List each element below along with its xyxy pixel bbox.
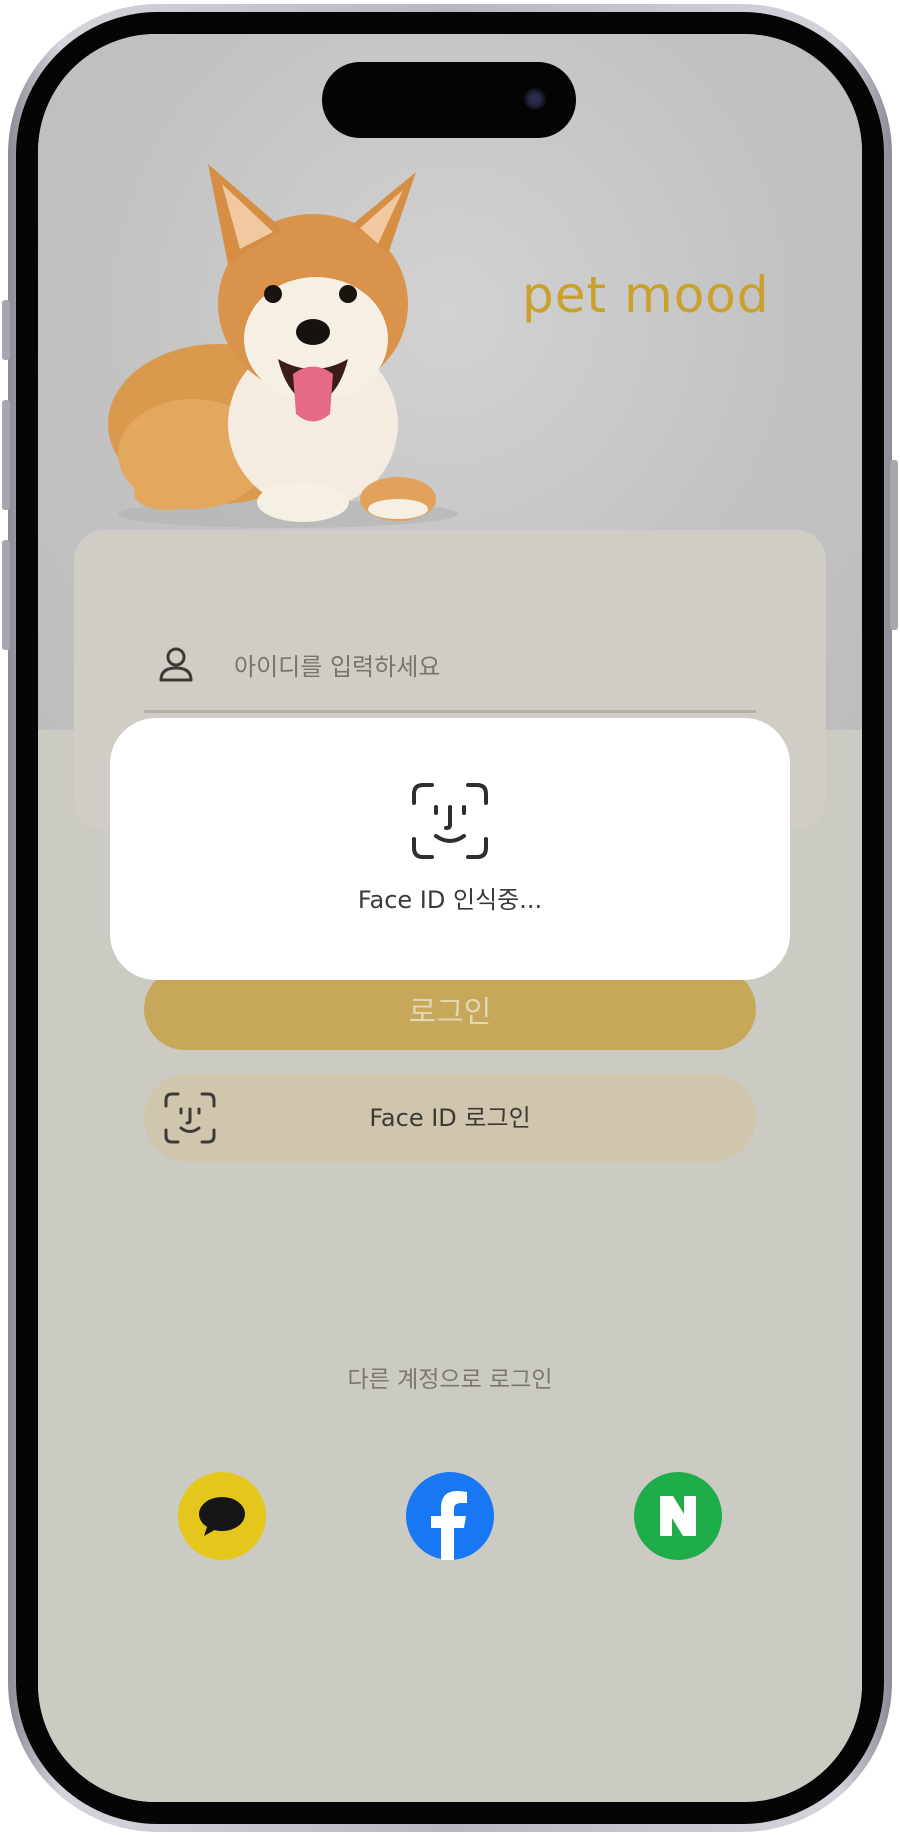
user-icon (159, 647, 193, 682)
app-screen: pet mood 로그인 Face ID 로그인 (38, 34, 862, 1802)
kakao-login-button[interactable] (178, 1472, 266, 1560)
volume-down-button (2, 540, 10, 650)
faceid-status-text: Face ID 인식중... (357, 886, 543, 914)
volume-up-button (2, 400, 10, 510)
naver-icon (660, 1496, 696, 1536)
faceid-login-label: Face ID 로그인 (369, 1104, 531, 1132)
mute-switch (2, 300, 10, 360)
kakao-talk-icon (199, 1497, 245, 1536)
naver-login-button[interactable] (634, 1472, 722, 1560)
pet-mood-logo: pet mood (522, 266, 770, 324)
power-button (890, 460, 898, 630)
id-input-row (144, 626, 756, 713)
faceid-login-button[interactable]: Face ID 로그인 (144, 1074, 756, 1162)
facebook-login-button[interactable] (406, 1472, 494, 1560)
id-input[interactable] (232, 646, 736, 688)
faceid-scanning-modal: Face ID 인식중... (110, 718, 790, 980)
face-id-icon (412, 783, 488, 859)
other-account-login-label: 다른 계정으로 로그인 (347, 1367, 553, 1393)
login-button[interactable]: 로그인 (144, 968, 756, 1050)
front-camera (524, 88, 546, 110)
facebook-icon (431, 1491, 467, 1560)
dynamic-island (322, 62, 576, 138)
corgi-dog-image (108, 164, 458, 528)
